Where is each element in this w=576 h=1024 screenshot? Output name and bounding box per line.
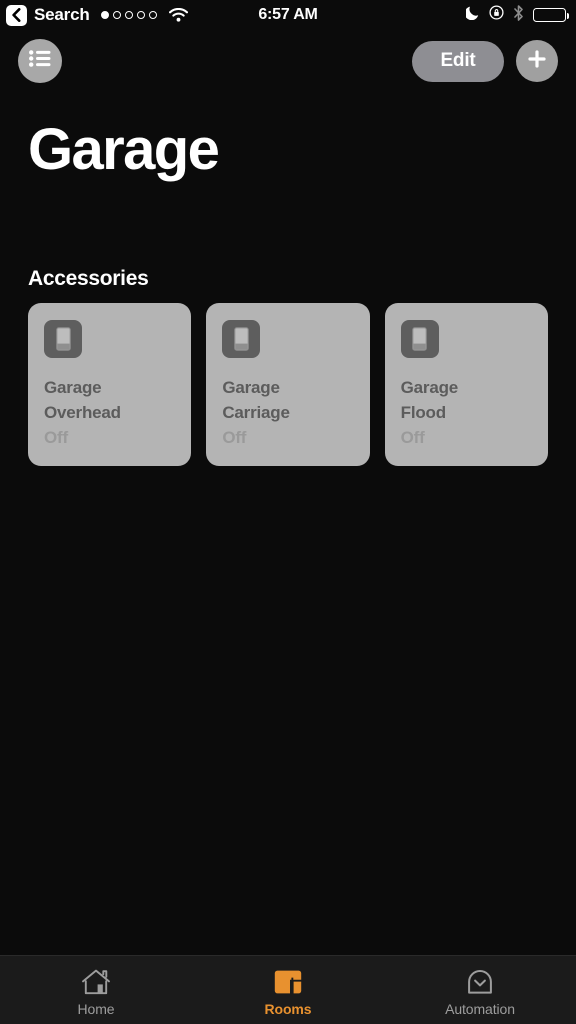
status-bar-left: Search [6, 4, 188, 26]
back-to-search-button[interactable] [6, 4, 27, 26]
light-switch-icon [400, 320, 439, 359]
back-label: Search [34, 5, 90, 24]
signal-strength-dots [100, 11, 157, 19]
tab-home[interactable]: Home [0, 956, 192, 1024]
accessory-card[interactable]: Garage Overhead Off [28, 303, 192, 467]
accessory-name-line2: Carriage [222, 402, 290, 422]
status-bar-right [464, 4, 570, 26]
tab-label-home: Home [77, 1001, 115, 1017]
room-list-button[interactable] [18, 39, 62, 83]
signal-dot-3 [124, 11, 133, 19]
accessory-name-line1: Garage [44, 378, 102, 398]
navigation-bar-actions: Edit [412, 40, 558, 82]
status-bar: Search 6:57 AM [0, 0, 576, 30]
accessory-card-text: Garage Flood Off [401, 376, 532, 466]
rotation-lock-icon [489, 5, 504, 25]
moon-icon [464, 5, 480, 25]
accessory-state: Off [400, 427, 425, 447]
house-icon [81, 967, 111, 997]
tab-label-automation: Automation [445, 1001, 515, 1017]
navigation-bar: Edit [0, 30, 576, 92]
accessory-card-text: Garage Overhead Off [44, 376, 175, 466]
signal-dot-5 [148, 11, 157, 19]
accessory-name-line2: Flood [400, 402, 446, 422]
accessory-name-line2: Overhead [44, 402, 121, 422]
tab-rooms[interactable]: Rooms [192, 956, 384, 1024]
accessory-name-line1: Garage [222, 378, 280, 398]
accessories-grid: Garage Overhead Off Garage Carriage Off [0, 291, 576, 467]
signal-dot-2 [112, 11, 121, 19]
accessory-card[interactable]: Garage Flood Off [384, 303, 548, 467]
tab-automation[interactable]: Automation [384, 956, 576, 1024]
chevron-left-icon [11, 8, 22, 22]
tab-label-rooms: Rooms [264, 1001, 312, 1017]
light-switch-icon [222, 320, 261, 359]
light-switch-icon [44, 320, 82, 359]
accessory-state: Off [44, 427, 68, 447]
signal-dot-1 [100, 11, 109, 19]
accessory-card[interactable]: Garage Carriage Off [206, 303, 370, 467]
accessories-section-header: Accessories [28, 267, 149, 291]
accessory-name-line1: Garage [400, 378, 459, 398]
tab-bar: Home Rooms Automation [0, 955, 576, 1024]
wifi-icon [168, 8, 188, 22]
signal-dot-4 [136, 11, 145, 19]
list-icon [29, 50, 51, 72]
rooms-icon [273, 967, 303, 997]
battery-icon [533, 8, 570, 22]
edit-button[interactable]: Edit [412, 40, 504, 82]
accessory-card-text: Garage Carriage Off [222, 376, 353, 466]
add-accessory-button[interactable] [516, 40, 558, 82]
plus-icon [526, 48, 548, 75]
bluetooth-icon [513, 4, 524, 26]
automation-clock-icon [465, 967, 495, 997]
accessory-state: Off [222, 427, 247, 447]
home-app-screen: Search 6:57 AM Edit Garage Accessories G… [0, 0, 576, 1024]
page-title: Garage [28, 117, 220, 182]
